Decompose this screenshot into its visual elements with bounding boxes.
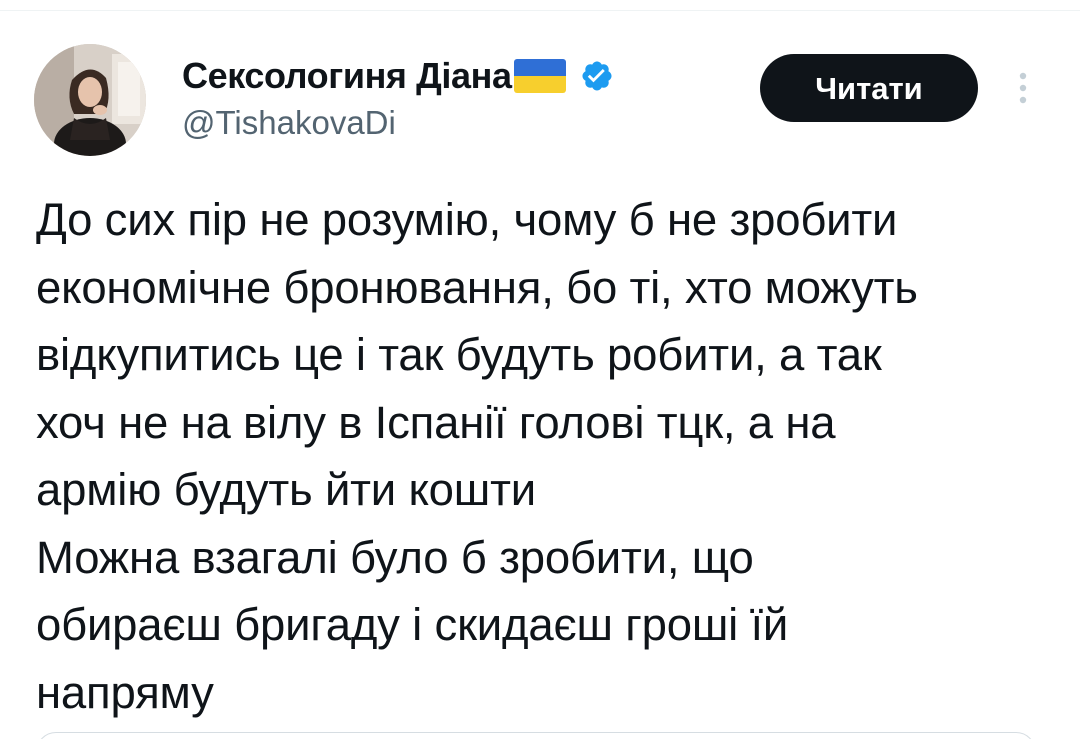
- tweet-text: До сих пір не розумію, чому б не зробити…: [36, 186, 1066, 726]
- tweet-text-line: обираєш бригаду і скидаєш гроші їй: [36, 599, 789, 650]
- display-name-row[interactable]: Сексологиня Діана: [182, 54, 614, 98]
- vertical-ellipsis-icon[interactable]: [1010, 68, 1036, 108]
- tweet-text-line: відкупитись це і так будуть робити, а та…: [36, 329, 882, 380]
- user-handle[interactable]: @TishakovaDi: [182, 104, 396, 142]
- ukraine-flag-icon: [513, 59, 566, 93]
- tweet-text-line: До сих пір не розумію, чому б не зробити: [36, 194, 898, 245]
- verified-badge-icon[interactable]: [580, 59, 614, 93]
- tweet-text-line: економічне бронювання, бо ті, хто можуть: [36, 261, 918, 313]
- tweet-text-line: армію будуть йти кошти: [36, 464, 536, 515]
- divider: [0, 10, 1080, 11]
- tweet-text-line: хоч не на вілу в Іспанії голові тцк, а н…: [36, 396, 836, 448]
- tweet-text-line: напряму: [36, 666, 214, 718]
- tweet-view: Сексологиня Діана @TishakovaDi Читати До…: [0, 0, 1080, 739]
- avatar[interactable]: [34, 44, 146, 156]
- tweet-text-line: Можна взагалі було б зробити, що: [36, 531, 754, 583]
- embedded-card-edge: [36, 732, 1036, 739]
- display-name[interactable]: Сексологиня Діана: [182, 55, 512, 97]
- follow-button[interactable]: Читати: [760, 54, 978, 122]
